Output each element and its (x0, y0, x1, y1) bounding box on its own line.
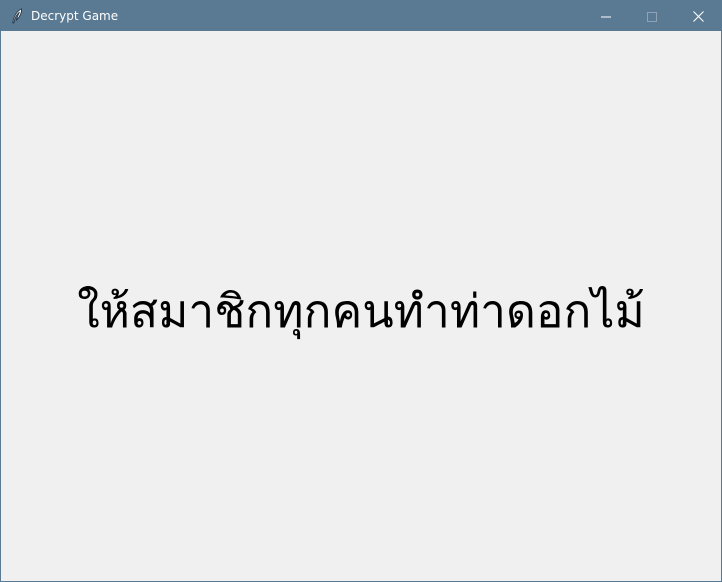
maximize-button[interactable] (629, 1, 675, 31)
content-area: ให้สมาชิกทุกคนทำท่าดอกไม้ (1, 31, 721, 581)
window-title: Decrypt Game (31, 9, 119, 23)
close-button[interactable] (675, 1, 721, 31)
maximize-icon (647, 7, 657, 26)
feather-icon (10, 8, 24, 24)
app-window: Decrypt Game ให้สมาชิกทุกคนทำท่าดอกไม้ (0, 0, 722, 582)
minimize-icon (601, 7, 611, 26)
title-bar[interactable]: Decrypt Game (1, 1, 721, 31)
minimize-button[interactable] (583, 1, 629, 31)
window-controls (583, 1, 721, 31)
close-icon (692, 7, 704, 26)
message-label: ให้สมาชิกทุกคนทำท่าดอกไม้ (77, 284, 645, 338)
